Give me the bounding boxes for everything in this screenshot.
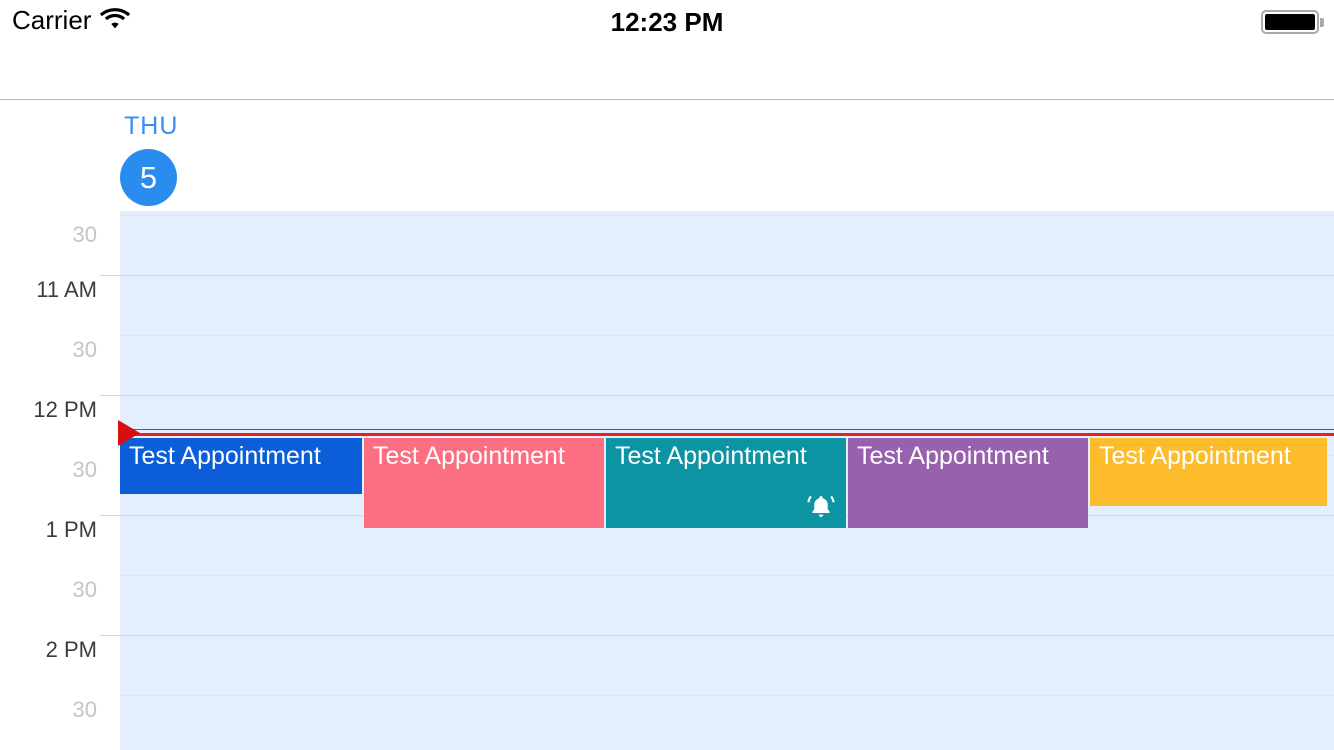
time-label-30: 30 bbox=[72, 577, 97, 602]
gutter-tick bbox=[100, 635, 120, 636]
current-time-line bbox=[120, 433, 1334, 436]
time-label-2-pm: 2 PM bbox=[45, 637, 97, 662]
appointment-title: Test Appointment bbox=[857, 442, 1049, 470]
appointment-title: Test Appointment bbox=[129, 442, 321, 470]
time-label-1-pm: 1 PM bbox=[45, 517, 97, 542]
status-bar-clock: 12:23 PM bbox=[610, 7, 724, 37]
time-label-11-am: 11 AM bbox=[36, 277, 97, 302]
gutter-tick bbox=[100, 395, 120, 396]
gridline-hour bbox=[120, 395, 1334, 396]
time-label-12-pm: 12 PM bbox=[33, 397, 97, 422]
current-time-marker bbox=[118, 420, 140, 446]
calendar-grid[interactable]: 30 11 AM 30 12 PM 30 1 PM 30 2 PM 30 Test Appoin… bbox=[0, 211, 1334, 750]
gridline-half-hour bbox=[120, 215, 1334, 216]
bell-icon bbox=[806, 492, 836, 522]
gutter-tick bbox=[100, 515, 120, 516]
time-label-30: 30 bbox=[72, 337, 97, 362]
current-time-line-top bbox=[120, 429, 1334, 430]
gridline-half-hour bbox=[120, 575, 1334, 576]
gridline-hour bbox=[120, 635, 1334, 636]
appointment-title: Test Appointment bbox=[615, 442, 807, 470]
appointment-block[interactable]: Test Appointment bbox=[364, 438, 604, 528]
status-bar: Carrier 12:23 PM bbox=[0, 0, 1334, 40]
battery-fill bbox=[1265, 14, 1315, 30]
appointment-title: Test Appointment bbox=[373, 442, 565, 470]
gridline-hour bbox=[120, 275, 1334, 276]
time-axis-gutter: 30 11 AM 30 12 PM 30 1 PM 30 2 PM 30 bbox=[0, 211, 120, 750]
status-bar-right bbox=[1261, 10, 1324, 34]
day-header: THU 5 bbox=[0, 101, 1334, 211]
weekday-label: THU bbox=[124, 112, 179, 140]
appointment-block[interactable]: Test Appointment bbox=[120, 438, 362, 494]
time-label-30: 30 bbox=[72, 222, 97, 247]
battery-cap bbox=[1320, 17, 1324, 27]
gridline-half-hour bbox=[120, 695, 1334, 696]
time-label-30: 30 bbox=[72, 697, 97, 722]
selected-day-badge[interactable]: 5 bbox=[120, 149, 177, 206]
time-label-30: 30 bbox=[72, 457, 97, 482]
navigation-bar bbox=[0, 40, 1334, 100]
appointment-block[interactable]: Test Appointment bbox=[1090, 438, 1327, 506]
appointment-title: Test Appointment bbox=[1099, 442, 1291, 470]
gridline-half-hour bbox=[120, 335, 1334, 336]
gutter-tick bbox=[100, 275, 120, 276]
day-number-label: 5 bbox=[139, 160, 158, 195]
appointment-block[interactable]: Test Appointment bbox=[606, 438, 846, 528]
battery-icon bbox=[1261, 10, 1319, 34]
appointment-block[interactable]: Test Appointment bbox=[848, 438, 1088, 528]
